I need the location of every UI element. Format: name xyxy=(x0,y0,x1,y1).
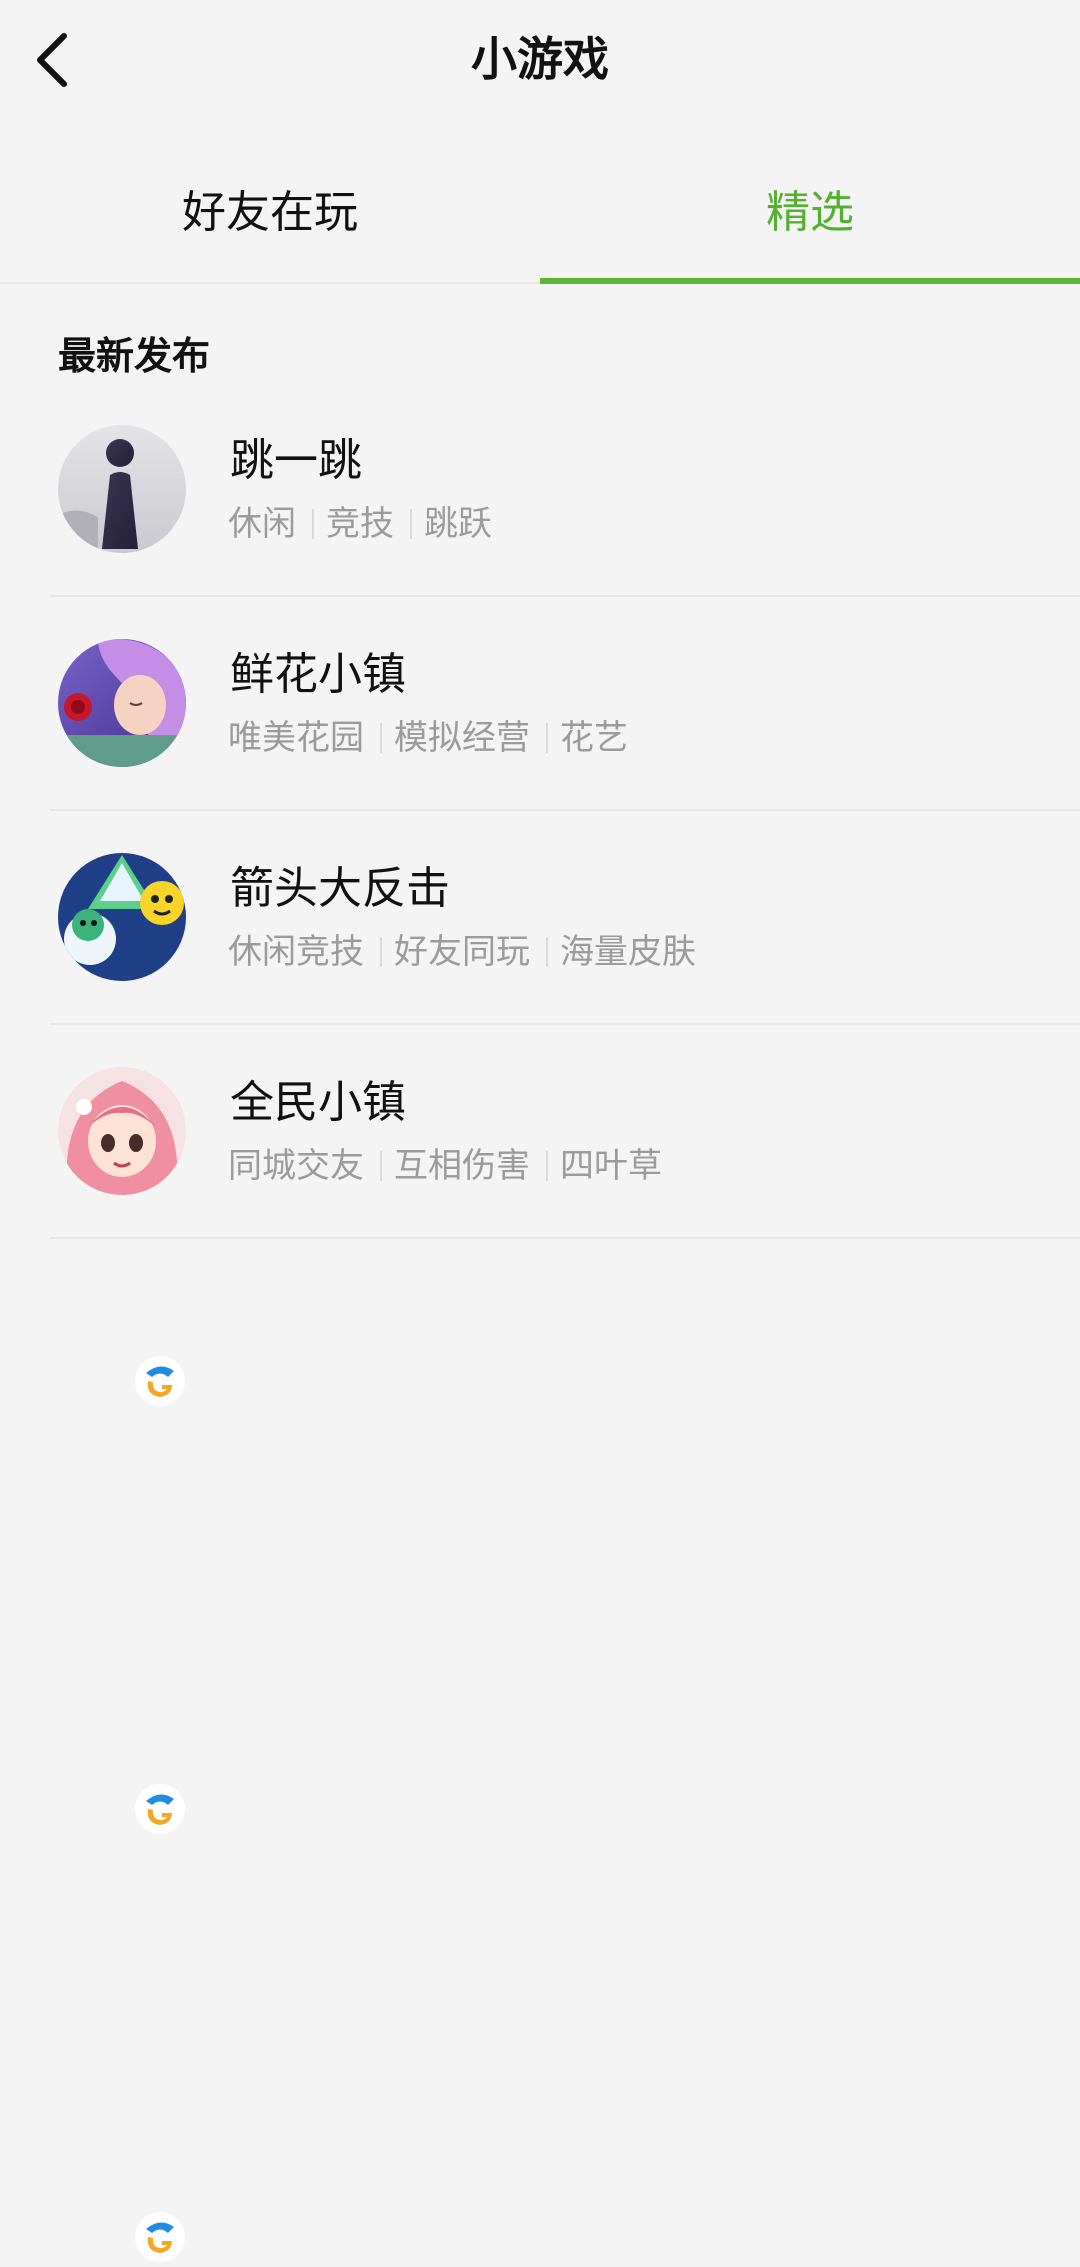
tencent-games-badge-icon xyxy=(134,1355,186,1407)
arrow-strike-icon xyxy=(58,853,186,981)
tab-bar: 好友在玩 精选 xyxy=(0,130,1080,285)
flower-town-icon xyxy=(58,639,186,767)
jump-game-icon xyxy=(58,425,186,553)
game-tags: 唯美花园 模拟经营 花艺 xyxy=(228,715,628,761)
list-divider xyxy=(50,809,1080,811)
tag-separator xyxy=(312,509,314,539)
tab-friends-playing[interactable]: 好友在玩 xyxy=(0,130,540,285)
tag-separator xyxy=(410,509,412,539)
game-name: 跳一跳 xyxy=(230,435,362,486)
game-name: 箭头大反击 xyxy=(230,863,450,914)
tag-separator xyxy=(546,937,548,967)
game-tag: 休闲竞技 xyxy=(228,932,364,972)
game-tag: 唯美花园 xyxy=(228,718,364,758)
page-title: 小游戏 xyxy=(471,32,609,86)
tag-separator xyxy=(380,1151,382,1181)
game-tag: 休闲 xyxy=(228,504,296,544)
game-tags: 休闲竞技 好友同玩 海量皮肤 xyxy=(228,929,696,975)
tab-featured[interactable]: 精选 xyxy=(540,130,1080,285)
game-tags: 休闲 竞技 跳跃 xyxy=(228,501,492,547)
list-divider xyxy=(50,1237,1080,1239)
list-item[interactable]: 全民小镇 同城交友 互相伤害 四叶草 xyxy=(0,1067,1080,2262)
town-girl-icon xyxy=(58,1067,186,1195)
list-item[interactable]: 鲜花小镇 唯美花园 模拟经营 花艺 xyxy=(0,639,1080,1406)
tab-active-indicator xyxy=(540,278,1080,284)
game-name: 全民小镇 xyxy=(230,1077,406,1128)
list-item[interactable]: 跳一跳 休闲 竞技 跳跃 xyxy=(0,425,1080,639)
tag-separator xyxy=(546,723,548,753)
nav-bar: 小游戏 xyxy=(0,0,1080,120)
game-name: 鲜花小镇 xyxy=(230,649,406,700)
list-divider xyxy=(50,595,1080,597)
game-tag: 同城交友 xyxy=(228,1146,364,1186)
game-tag: 海量皮肤 xyxy=(560,932,696,972)
game-tag: 好友同玩 xyxy=(394,932,530,972)
game-tag: 四叶草 xyxy=(560,1146,662,1186)
list-item[interactable]: 箭头大反击 休闲竞技 好友同玩 海量皮肤 xyxy=(0,853,1080,1834)
game-tag: 互相伤害 xyxy=(394,1146,530,1186)
tencent-games-badge-icon xyxy=(134,2211,186,2263)
game-tag: 竞技 xyxy=(326,504,394,544)
tag-separator xyxy=(380,937,382,967)
game-tag: 模拟经营 xyxy=(394,718,530,758)
game-tag: 花艺 xyxy=(560,718,628,758)
game-tags: 同城交友 互相伤害 四叶草 xyxy=(228,1143,662,1189)
tag-separator xyxy=(380,723,382,753)
tencent-games-badge-icon xyxy=(134,1783,186,1835)
tag-separator xyxy=(546,1151,548,1181)
game-tag: 跳跃 xyxy=(424,504,492,544)
list-divider xyxy=(50,1023,1080,1025)
section-title: 最新发布 xyxy=(58,334,211,378)
